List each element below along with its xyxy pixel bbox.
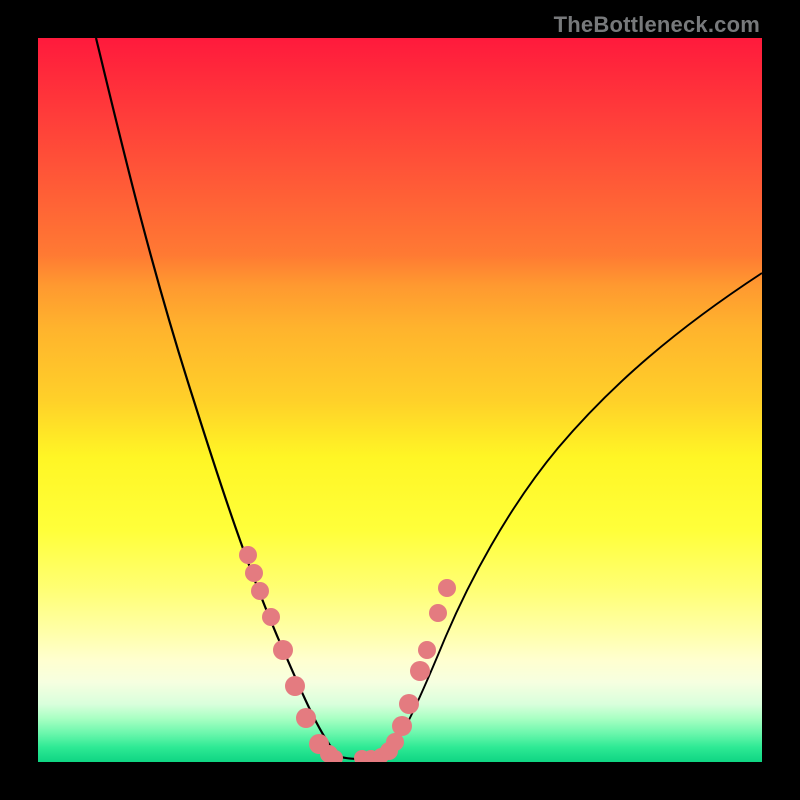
chart-svg [38,38,762,762]
curve-right [386,273,762,756]
plot-area [38,38,762,762]
curve-left [96,38,338,756]
outer-frame: TheBottleneck.com [0,0,800,800]
dots-right [354,579,456,762]
attribution-text: TheBottleneck.com [554,12,760,38]
dots-left [239,546,343,762]
